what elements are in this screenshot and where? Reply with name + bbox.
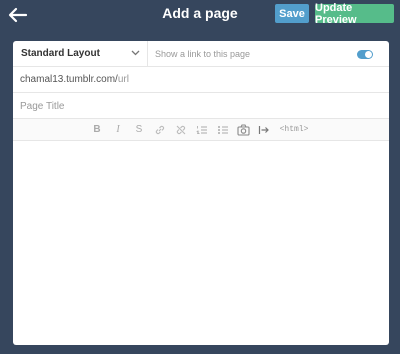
ordered-list-button[interactable] (195, 122, 209, 137)
url-base: chamal13.tumblr.com/ (20, 74, 118, 85)
layout-row: Standard Layout Show a link to this page (13, 41, 389, 67)
show-link-label: Show a link to this page (155, 49, 251, 59)
show-link-toggle[interactable] (357, 50, 373, 59)
layout-dropdown[interactable]: Standard Layout (13, 41, 148, 67)
unordered-list-icon (218, 125, 228, 134)
chevron-down-icon (131, 50, 140, 56)
insert-image-button[interactable] (236, 122, 250, 137)
camera-icon (236, 123, 250, 136)
bold-icon: B (93, 124, 101, 135)
top-bar: Add a page Save Update Preview (0, 0, 400, 38)
strikethrough-icon: S (135, 124, 143, 135)
page-editor-panel: Standard Layout Show a link to this page… (13, 41, 389, 345)
page-url-field[interactable]: chamal13.tumblr.com/url (20, 74, 129, 85)
html-mode-button[interactable]: <html> (277, 122, 311, 137)
bold-button[interactable]: B (91, 122, 103, 137)
url-path-placeholder: url (117, 74, 129, 85)
page-title-input[interactable] (20, 99, 350, 113)
unordered-list-button[interactable] (216, 122, 230, 137)
editor-body[interactable] (13, 141, 389, 345)
unlink-icon (176, 125, 186, 134)
toggle-knob (365, 51, 372, 58)
read-more-button[interactable] (257, 122, 271, 137)
layout-selected-label: Standard Layout (21, 48, 100, 59)
url-row: chamal13.tumblr.com/url (13, 67, 389, 93)
read-more-icon (258, 125, 269, 134)
italic-button[interactable]: I (112, 122, 124, 137)
strikethrough-button[interactable]: S (133, 122, 145, 137)
link-icon (155, 125, 165, 134)
title-row (13, 93, 389, 119)
save-button[interactable]: Save (275, 4, 309, 23)
link-button[interactable] (153, 122, 167, 137)
editor-toolbar: B I S <html> (13, 119, 389, 141)
ordered-list-icon (196, 125, 207, 134)
html-icon: <html> (279, 125, 309, 134)
italic-icon: I (116, 124, 120, 135)
update-preview-button[interactable]: Update Preview (315, 2, 394, 26)
unlink-button[interactable] (174, 122, 188, 137)
